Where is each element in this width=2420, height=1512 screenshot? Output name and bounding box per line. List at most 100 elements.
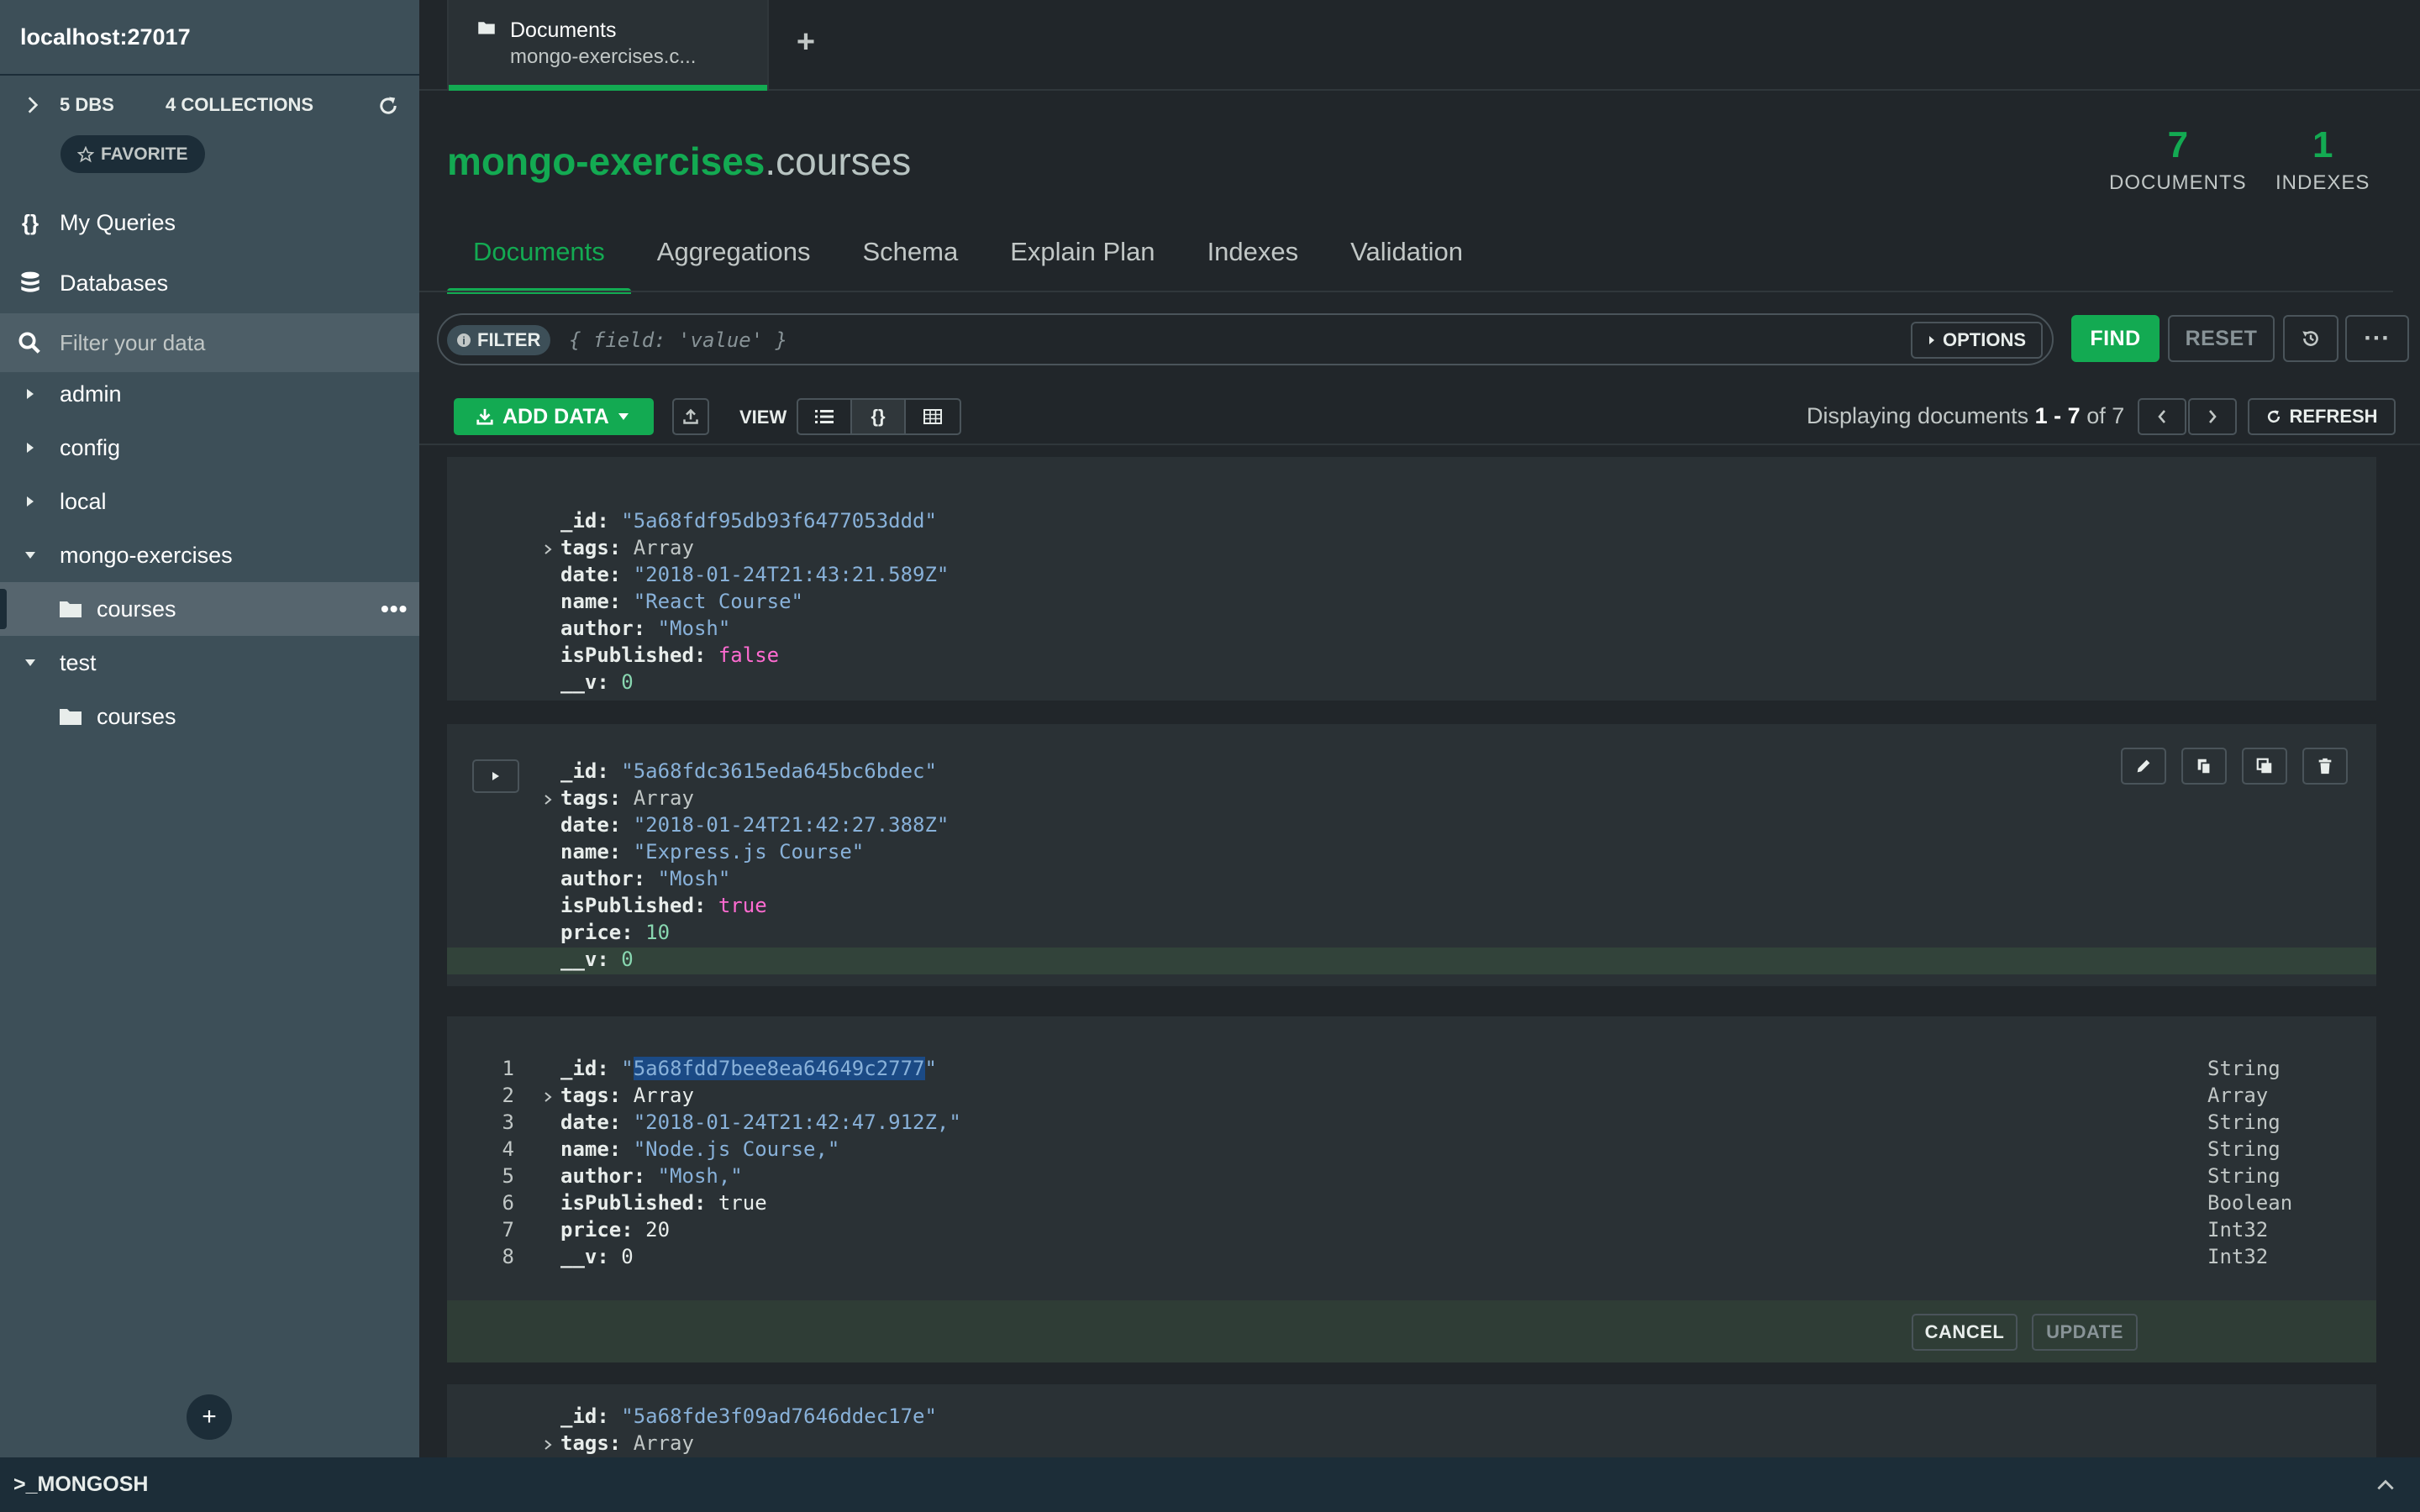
database-icon [21, 271, 39, 292]
play-icon [492, 772, 499, 780]
field-type[interactable]: String [2207, 1110, 2281, 1134]
next-page-button[interactable] [2188, 398, 2237, 435]
tree-db-admin[interactable]: admin [0, 367, 419, 421]
refresh-icon[interactable] [376, 94, 400, 118]
nav-databases[interactable]: Databases [0, 254, 419, 312]
plus-icon: + [796, 24, 816, 60]
update-button[interactable]: UPDATE [2032, 1314, 2138, 1351]
tree-collection-courses[interactable]: courses [0, 690, 419, 743]
find-button[interactable]: FIND [2071, 315, 2160, 362]
tab-explain-plan[interactable]: Explain Plan [984, 227, 1181, 294]
expand-chevron-icon[interactable] [541, 1438, 555, 1452]
field-row[interactable]: _id: "5a68fdd7bee8ea64649c2777" [560, 1057, 937, 1084]
field-row: tags: Array [560, 1431, 694, 1455]
document-card[interactable]: _id: "5a68fde3f09ad7646ddec17e" tags: Ar… [447, 1384, 2376, 1457]
field-row[interactable]: author: "Mosh," [560, 1164, 743, 1191]
json-view-button[interactable]: {} [852, 400, 906, 433]
query-history-button[interactable] [2283, 315, 2338, 362]
namespace-db[interactable]: mongo-exercises [447, 139, 765, 183]
tab-aggregations[interactable]: Aggregations [631, 227, 837, 294]
upload-icon [683, 408, 698, 424]
field-type[interactable]: Boolean [2207, 1191, 2292, 1215]
add-data-button[interactable]: ADD DATA [454, 398, 654, 435]
expand-document-button[interactable] [472, 759, 519, 793]
view-switcher: {} [797, 398, 961, 435]
field-row: name: "React Course" [560, 590, 803, 613]
tab-schema[interactable]: Schema [836, 227, 984, 294]
field-row[interactable]: tags: Array [560, 1084, 694, 1110]
tree-db-config[interactable]: config [0, 421, 419, 475]
list-view-button[interactable] [798, 400, 852, 433]
field-type[interactable]: Int32 [2207, 1245, 2268, 1268]
more-options-button[interactable]: ··· [2345, 315, 2409, 362]
tab-title: Documents [510, 18, 617, 42]
filter-chip[interactable]: i FILTER [447, 325, 551, 355]
chevron-up-icon[interactable] [2375, 1474, 2396, 1496]
field-row[interactable]: date: "2018-01-24T21:42:47.912Z," [560, 1110, 961, 1137]
more-options-icon[interactable]: ••• [381, 596, 408, 622]
favorite-button[interactable]: FAVORITE [60, 135, 205, 173]
refresh-button[interactable]: REFRESH [2248, 398, 2396, 435]
document-card-editing[interactable]: 1 _id: "5a68fdd7bee8ea64649c2777" String… [447, 1016, 2376, 1302]
namespace-collection: .courses [765, 139, 912, 183]
pencil-icon [2137, 759, 2150, 773]
tree-db-test[interactable]: test [0, 636, 419, 690]
field-type[interactable]: String [2207, 1137, 2281, 1161]
tree-label: courses [97, 596, 176, 622]
expand-chevron-icon[interactable] [541, 793, 555, 806]
field-type[interactable]: Int32 [2207, 1218, 2268, 1242]
tab-indexes[interactable]: Indexes [1181, 227, 1325, 294]
tree-db-mongo-exercises[interactable]: mongo-exercises [0, 528, 419, 582]
new-tab-button[interactable]: + [789, 24, 823, 60]
query-bar: i FILTER { field: 'value' } OPTIONS [437, 313, 2054, 365]
edit-document-button[interactable] [2121, 748, 2166, 785]
workspace-tab-documents[interactable]: Documents mongo-exercises.c... [447, 0, 769, 91]
table-view-button[interactable] [906, 400, 960, 433]
chevron-right-icon[interactable] [22, 94, 44, 116]
field-type[interactable]: String [2207, 1164, 2281, 1188]
field-row[interactable]: name: "Node.js Course," [560, 1137, 839, 1164]
indexes-count: 1 [2312, 124, 2333, 165]
clone-document-button[interactable] [2242, 748, 2287, 785]
history-icon [2302, 331, 2318, 346]
reset-button[interactable]: RESET [2168, 315, 2275, 362]
connection-name[interactable]: localhost:27017 [0, 0, 419, 76]
field-row: name: "Express.js Course" [560, 840, 865, 864]
expand-chevron-icon[interactable] [541, 543, 555, 556]
mongosh-bar[interactable]: >_MONGOSH [0, 1457, 2420, 1512]
refresh-icon [2268, 410, 2281, 423]
field-row[interactable]: __v: 0 [560, 1245, 634, 1272]
tab-validation[interactable]: Validation [1324, 227, 1489, 294]
field-type[interactable]: String [2207, 1057, 2281, 1080]
sidebar-filter[interactable]: Filter your data [0, 313, 419, 372]
field-row[interactable]: isPublished: true [560, 1191, 767, 1218]
filter-input[interactable]: Filter your data [60, 330, 205, 356]
copy-document-button[interactable] [2181, 748, 2227, 785]
field-type[interactable]: Array [2207, 1084, 2268, 1107]
document-card[interactable]: _id: "5a68fdc3615eda645bc6bdec" tags: Ar… [447, 724, 2376, 986]
clone-icon [2256, 758, 2272, 774]
tree-label: config [60, 434, 121, 460]
field-row: date: "2018-01-24T21:43:21.589Z" [560, 563, 950, 586]
header-divider [419, 291, 2393, 292]
caret-right-icon [27, 496, 34, 507]
prev-page-button[interactable] [2138, 398, 2186, 435]
document-card[interactable]: _id: "5a68fdf95db93f6477053ddd" tags: Ar… [447, 457, 2376, 701]
tree-db-local[interactable]: local [0, 475, 419, 528]
mongosh-label: >_MONGOSH [13, 1473, 149, 1496]
add-database-button[interactable]: + [187, 1394, 232, 1440]
tree-collection-courses[interactable]: courses ••• [0, 582, 419, 636]
cancel-button[interactable]: CANCEL [1912, 1314, 2018, 1351]
delete-document-button[interactable] [2302, 748, 2348, 785]
filter-query-input[interactable]: { field: 'value' } [569, 328, 787, 352]
expand-chevron-icon[interactable] [541, 1090, 555, 1104]
export-button[interactable] [672, 398, 709, 435]
pagination-summary: Displaying documents 1 - 7 of 7 [1807, 403, 2124, 429]
options-toggle[interactable]: OPTIONS [1911, 322, 2044, 359]
tab-documents[interactable]: Documents [447, 227, 631, 294]
caret-right-icon [1929, 336, 1934, 344]
sidebar: localhost:27017 5 DBS 4 COLLECTIONS FAVO… [0, 0, 419, 1457]
field-row[interactable]: price: 20 [560, 1218, 670, 1245]
folder-icon [60, 709, 82, 725]
nav-my-queries[interactable]: {} My Queries [0, 193, 419, 252]
